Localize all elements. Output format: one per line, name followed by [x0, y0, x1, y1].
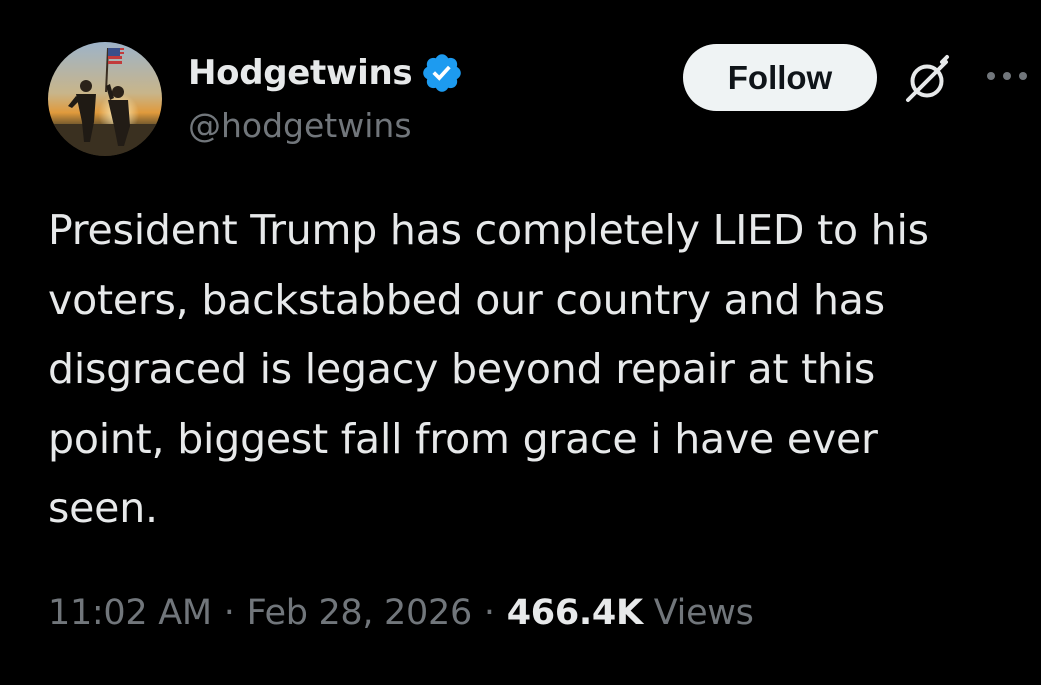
- follow-button[interactable]: Follow: [683, 44, 877, 111]
- tweet-meta: 11:02 AM · Feb 28, 2026 · 466.4K Views: [48, 585, 754, 641]
- author-handle[interactable]: @hodgetwins: [188, 106, 412, 145]
- meta-separator: ·: [223, 593, 235, 633]
- tweet-text: President Trump has completely LIED to h…: [48, 206, 929, 532]
- author-name-row: Hodgetwins: [188, 50, 464, 96]
- more-options-icon[interactable]: [982, 66, 1032, 86]
- avatar[interactable]: [48, 42, 162, 156]
- author-display-name[interactable]: Hodgetwins: [188, 53, 413, 93]
- meta-separator: ·: [483, 593, 495, 633]
- tweet-date[interactable]: Feb 28, 2026: [247, 593, 473, 633]
- tweet-time[interactable]: 11:02 AM: [48, 593, 212, 633]
- views-count[interactable]: 466.4K: [507, 593, 643, 633]
- tweet-card: Hodgetwins @hodgetwins Follow President …: [0, 0, 1041, 685]
- verified-badge-icon[interactable]: [420, 51, 464, 95]
- grok-icon[interactable]: [899, 52, 955, 108]
- views-label[interactable]: Views: [654, 593, 754, 633]
- avatar-image: [48, 42, 162, 156]
